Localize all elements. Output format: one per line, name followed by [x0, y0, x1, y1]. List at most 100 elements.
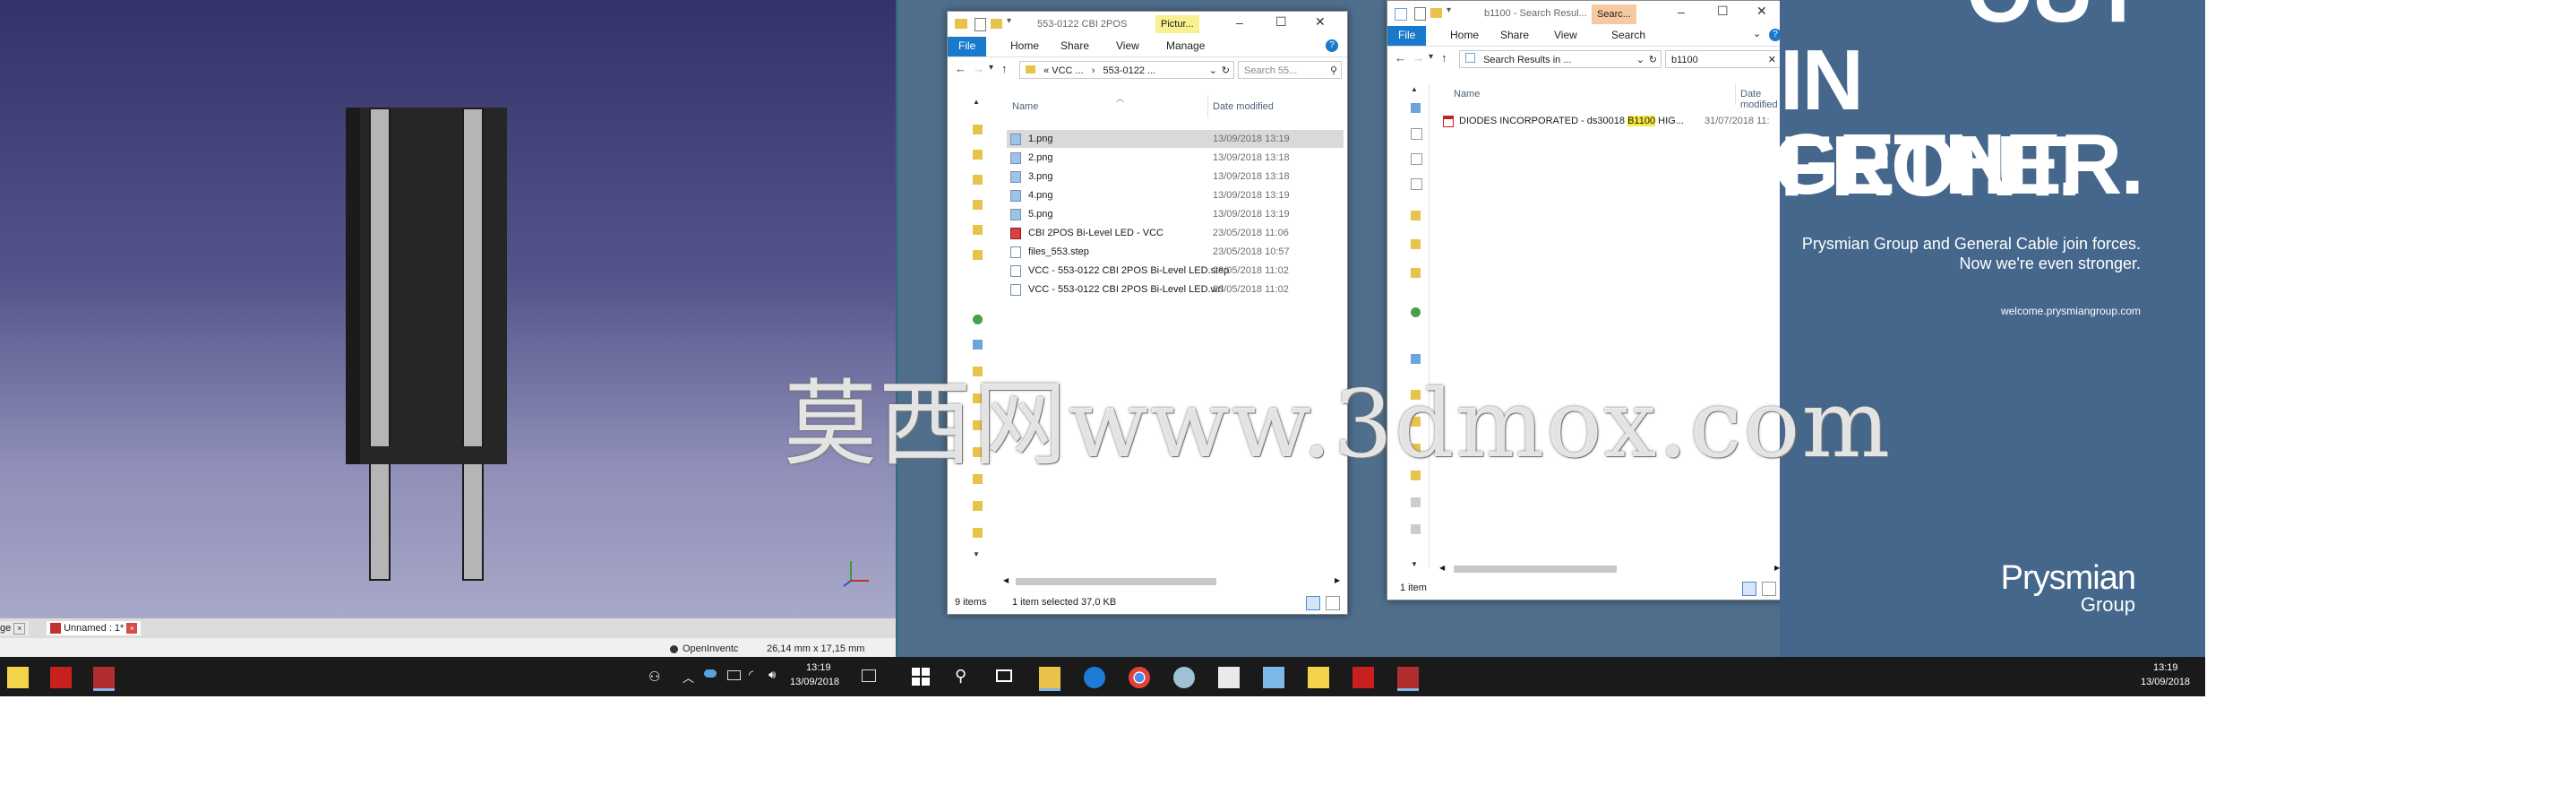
maximize-button[interactable]: ☐	[1717, 4, 1729, 19]
clock-time[interactable]: 13:19	[2153, 662, 2178, 673]
properties-icon[interactable]	[975, 18, 986, 31]
scroll-right-icon[interactable]: ▶	[1335, 576, 1340, 584]
quick-access-dropdown-icon[interactable]: ▾	[1447, 5, 1451, 15]
freecad-icon[interactable]	[1397, 667, 1419, 691]
context-tab[interactable]: Pictur...	[1155, 15, 1199, 33]
list-item[interactable]: VCC - 553-0122 CBI 2POS Bi-Level LED.wrl…	[1007, 281, 1344, 298]
context-tab[interactable]: Searc...	[1592, 4, 1636, 24]
properties-icon[interactable]	[1414, 7, 1426, 21]
ribbon-tab-home[interactable]: Home	[1010, 39, 1039, 52]
start-button[interactable]	[912, 668, 930, 686]
list-item[interactable]: 2.png 13/09/2018 13:18	[1007, 149, 1344, 167]
acrobat-icon[interactable]	[50, 667, 72, 688]
chevron-up-icon[interactable]: ︿	[683, 669, 694, 686]
edge-icon[interactable]	[1084, 667, 1105, 688]
back-button[interactable]: ←	[1395, 51, 1406, 65]
ribbon-tab-search[interactable]: Search	[1611, 29, 1645, 41]
ribbon-tab-file[interactable]: File	[1387, 26, 1427, 46]
recent-dropdown-icon[interactable]: ▾	[1429, 52, 1433, 62]
forward-button[interactable]: →	[1413, 51, 1424, 65]
scroll-left-icon[interactable]: ◀	[1003, 576, 1009, 584]
cad-viewport[interactable]	[0, 0, 896, 618]
chevron-down-icon[interactable]: ⌄	[1209, 62, 1217, 80]
list-item[interactable]: 5.png 13/09/2018 13:19	[1007, 205, 1344, 223]
large-icons-view-icon[interactable]	[1762, 582, 1776, 596]
details-view-icon[interactable]	[1742, 582, 1756, 596]
forward-button[interactable]: →	[973, 62, 984, 75]
address-bar[interactable]: Search Results in ... ⌄ ↻	[1459, 50, 1662, 68]
calculator-icon[interactable]	[1218, 667, 1240, 688]
list-item[interactable]: VCC - 553-0122 CBI 2POS Bi-Level LED.ste…	[1007, 262, 1344, 280]
nav-scroll-down-icon[interactable]: ▼	[973, 550, 980, 558]
ribbon-tab-manage[interactable]: Manage	[1166, 39, 1205, 52]
nav-scroll-up-icon[interactable]: ▲	[973, 98, 980, 106]
sticky-notes-icon[interactable]	[7, 667, 29, 688]
list-item[interactable]: 4.png 13/09/2018 13:19	[1007, 186, 1344, 204]
new-folder-icon[interactable]	[991, 19, 1002, 29]
tab-unnamed-document[interactable]: Unnamed : 1* ×	[47, 621, 142, 635]
clock-time[interactable]: 13:19	[806, 662, 831, 673]
refresh-icon[interactable]: ↻	[1649, 51, 1657, 69]
title-bar[interactable]: ▾ b1100 - Search Resul... Searc... – ☐ ✕	[1387, 1, 1787, 26]
title-bar[interactable]: ▾ 553-0122 CBI 2POS Pictur... – ☐ ✕	[948, 12, 1347, 37]
search-icon[interactable]: ⚲	[955, 667, 966, 686]
column-header-name[interactable]: Name	[1454, 89, 1480, 99]
column-header-name[interactable]: Name	[1012, 101, 1038, 112]
file-explorer-icon[interactable]	[1039, 667, 1060, 691]
ribbon-tab-home[interactable]: Home	[1450, 29, 1479, 41]
navigation-pane[interactable]: ▲ ▼	[971, 98, 985, 564]
onedrive-icon[interactable]	[704, 669, 717, 678]
ribbon-tab-view[interactable]: View	[1554, 29, 1577, 41]
minimize-button[interactable]: –	[1236, 15, 1243, 30]
nav-scroll-down-icon[interactable]: ▼	[1411, 560, 1418, 568]
close-button[interactable]: ✕	[1315, 14, 1326, 30]
help-icon[interactable]: ?	[1326, 39, 1338, 52]
ribbon-tab-share[interactable]: Share	[1500, 29, 1529, 41]
refresh-icon[interactable]: ↻	[1222, 62, 1230, 80]
notification-icon[interactable]	[862, 669, 876, 682]
network-app-icon[interactable]	[1173, 667, 1195, 688]
navigation-style[interactable]: OpenInventc	[683, 643, 738, 654]
search-input[interactable]: b1100 ✕	[1665, 50, 1782, 68]
people-icon[interactable]: ⚇	[648, 669, 660, 685]
task-view-icon[interactable]	[996, 669, 1012, 682]
maximize-button[interactable]: ☐	[1275, 14, 1287, 30]
freecad-icon[interactable]	[93, 667, 115, 691]
address-bar[interactable]: « VCC ... › 553-0122 ... ⌄ ↻	[1019, 61, 1234, 79]
scrollbar-thumb[interactable]	[1016, 578, 1216, 585]
list-item[interactable]: 3.png 13/09/2018 13:18	[1007, 168, 1344, 186]
network-icon[interactable]	[727, 670, 741, 680]
list-item[interactable]: CBI 2POS Bi-Level LED - VCC 23/05/2018 1…	[1007, 224, 1344, 242]
wifi-icon[interactable]: ◜	[749, 668, 753, 682]
search-input[interactable]: Search 55... ⚲	[1238, 61, 1342, 79]
up-button[interactable]: ↑	[1001, 62, 1008, 75]
close-button[interactable]: ✕	[1756, 4, 1767, 19]
back-button[interactable]: ←	[955, 62, 966, 75]
address-segment[interactable]: « VCC ...	[1043, 65, 1084, 76]
clock-date[interactable]: 13/09/2018	[2141, 677, 2190, 687]
chrome-icon[interactable]	[1129, 667, 1150, 688]
details-view-icon[interactable]	[1306, 596, 1320, 610]
acrobat-icon[interactable]	[1352, 667, 1374, 688]
close-icon[interactable]: ×	[13, 623, 26, 635]
list-item[interactable]: 1.png 13/09/2018 13:19	[1007, 130, 1344, 148]
ribbon-collapse-icon[interactable]: ⌄	[1753, 28, 1761, 39]
scroll-left-icon[interactable]: ◀	[1439, 564, 1445, 572]
address-segment[interactable]: 553-0122 ...	[1103, 65, 1155, 76]
minimize-button[interactable]: –	[1678, 4, 1685, 19]
ribbon-tab-view[interactable]: View	[1116, 39, 1139, 52]
recent-dropdown-icon[interactable]: ▾	[989, 63, 993, 73]
chevron-down-icon[interactable]: ⌄	[1636, 51, 1644, 69]
ad-url[interactable]: welcome.prysmiangroup.com	[2001, 305, 2141, 317]
ribbon-tab-share[interactable]: Share	[1060, 39, 1089, 52]
scrollbar-thumb[interactable]	[1454, 566, 1617, 573]
tab-start-page[interactable]: ge ×	[0, 621, 30, 635]
quick-access-dropdown-icon[interactable]: ▾	[1007, 16, 1011, 26]
horizontal-scrollbar[interactable]: ◀ ▶	[1001, 576, 1345, 587]
volume-icon[interactable]: 🔊︎	[769, 668, 776, 682]
address-segment[interactable]: Search Results in ...	[1483, 55, 1571, 65]
clock-date[interactable]: 13/09/2018	[790, 677, 839, 687]
column-header-date[interactable]: Date modified	[1213, 101, 1274, 112]
clear-search-icon[interactable]: ✕	[1768, 51, 1776, 69]
up-button[interactable]: ↑	[1441, 51, 1447, 65]
